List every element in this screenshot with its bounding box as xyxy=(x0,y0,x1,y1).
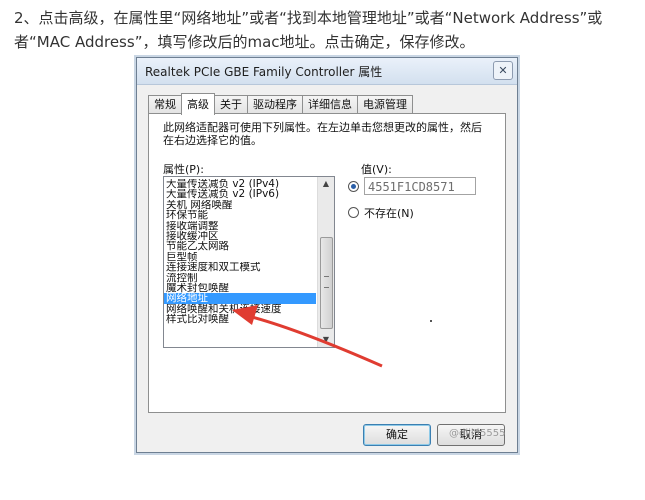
close-icon: ✕ xyxy=(498,64,508,77)
list-item[interactable]: 巨型帧 xyxy=(164,252,316,262)
scroll-down-icon[interactable]: ▼ xyxy=(319,333,333,347)
property-label: 属性(P): xyxy=(163,163,204,176)
property-listbox[interactable]: 大量传送减负 v2 (IPv4) 大量传送减负 v2 (IPv6) 关机 网络唤… xyxy=(163,176,335,348)
tab-bar: 常规 高级 关于 驱动程序 详细信息 电源管理 xyxy=(148,92,413,115)
list-item-selected[interactable]: 网络地址 xyxy=(164,293,316,304)
value-input[interactable]: 4551F1CD8571 xyxy=(364,177,476,195)
property-list: 大量传送减负 v2 (IPv4) 大量传送减负 v2 (IPv6) 关机 网络唤… xyxy=(164,179,316,324)
properties-dialog: Realtek PCIe GBE Family Controller 属性 ✕ … xyxy=(136,57,518,453)
list-item[interactable]: 样式比对唤醒 xyxy=(164,314,316,324)
article-paragraph: 2、点击高级，在属性里“网络地址”或者“找到本地管理地址”或者“Network … xyxy=(14,9,603,51)
watermark: @dljl55555 xyxy=(449,428,506,439)
list-item[interactable]: 连接速度和双工模式 xyxy=(164,262,316,272)
tab-power-management[interactable]: 电源管理 xyxy=(357,95,413,114)
tab-driver[interactable]: 驱动程序 xyxy=(247,95,303,114)
scroll-thumb[interactable] xyxy=(320,237,333,329)
tab-details[interactable]: 详细信息 xyxy=(302,95,358,114)
not-present-radio[interactable] xyxy=(348,207,359,218)
advanced-panel: 此网络适配器可使用下列属性。在左边单击您想更改的属性，然后在右边选择它的值。 属… xyxy=(148,113,506,413)
grip-icon xyxy=(324,276,329,288)
list-item[interactable]: 大量传送减负 v2 (IPv6) xyxy=(164,189,316,199)
stray-dot xyxy=(430,320,432,322)
ok-button[interactable]: 确定 xyxy=(363,424,431,446)
list-item[interactable]: 关机 网络唤醒 xyxy=(164,200,316,210)
list-item[interactable]: 大量传送减负 v2 (IPv4) xyxy=(164,179,316,189)
value-label: 值(V): xyxy=(361,163,392,176)
list-item[interactable]: 节能乙太网路 xyxy=(164,241,316,251)
tab-general[interactable]: 常规 xyxy=(148,95,182,114)
value-radio[interactable] xyxy=(348,181,359,192)
list-item[interactable]: 环保节能 xyxy=(164,210,316,220)
close-button[interactable]: ✕ xyxy=(493,61,513,80)
panel-description: 此网络适配器可使用下列属性。在左边单击您想更改的属性，然后在右边选择它的值。 xyxy=(163,121,482,147)
list-item[interactable]: 魔术封包唤醒 xyxy=(164,283,316,293)
tab-advanced[interactable]: 高级 xyxy=(181,93,215,115)
list-scrollbar[interactable]: ▲ ▼ xyxy=(317,177,334,347)
title-bar[interactable]: Realtek PCIe GBE Family Controller 属性 ✕ xyxy=(137,58,517,85)
scroll-up-icon[interactable]: ▲ xyxy=(319,177,333,191)
list-item[interactable]: 网络唤醒和关机连接速度 xyxy=(164,304,316,314)
list-item[interactable]: 流控制 xyxy=(164,273,316,283)
dialog-title: Realtek PCIe GBE Family Controller 属性 xyxy=(145,65,383,79)
list-item[interactable]: 接收缓冲区 xyxy=(164,231,316,241)
not-present-label: 不存在(N) xyxy=(364,207,414,220)
list-item[interactable]: 接收端调整 xyxy=(164,221,316,231)
tab-about[interactable]: 关于 xyxy=(214,95,248,114)
